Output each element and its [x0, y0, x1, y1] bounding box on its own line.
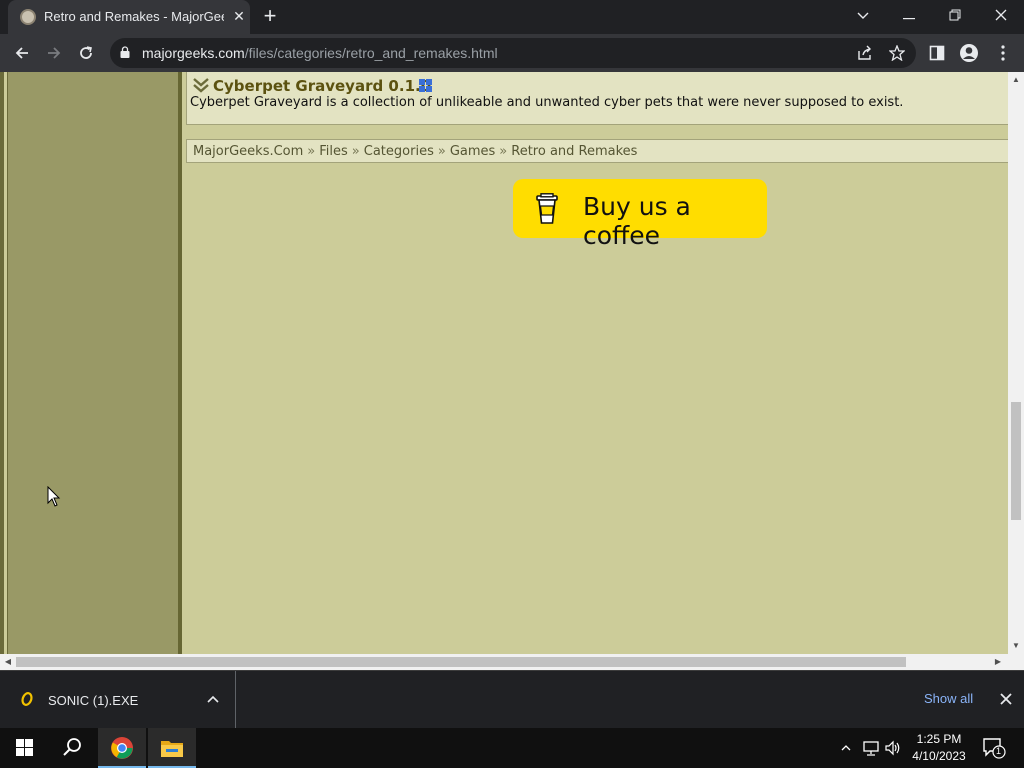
menu-button[interactable] — [990, 40, 1016, 66]
minimize-icon — [903, 18, 915, 20]
close-download-bar-button[interactable] — [996, 689, 1016, 709]
tab-retro-and-remakes[interactable]: Retro and Remakes - MajorGeeks ✕ — [8, 0, 250, 34]
breadcrumb-separator: » — [351, 144, 360, 159]
taskbar-chrome[interactable] — [98, 728, 146, 768]
new-tab-button[interactable]: + — [258, 5, 282, 29]
url-path: /files/categories/retro_and_remakes.html — [244, 45, 498, 61]
notification-icon — [983, 738, 1006, 759]
coffee-button-label: Buy us a coffee — [583, 192, 691, 250]
sonic-ring-file-icon — [21, 692, 33, 706]
file-title-link[interactable]: Cyberpet Graveyard 0.1.0 — [213, 77, 431, 95]
volume-icon[interactable] — [884, 739, 902, 757]
windows-start-icon[interactable] — [8, 738, 38, 758]
browser-toolbar: majorgeeks.com/files/categories/retro_an… — [0, 34, 1024, 72]
back-button[interactable] — [8, 40, 36, 66]
file-description: Cyberpet Graveyard is a collection of un… — [190, 95, 904, 110]
download-bar: SONIC (1).EXE Show all — [0, 670, 1024, 729]
scroll-down-arrow-icon[interactable]: ▼ — [1008, 638, 1024, 654]
majorgeeks-favicon-icon — [20, 9, 36, 25]
tab-strip: Retro and Remakes - MajorGeeks ✕ + — [0, 0, 1024, 34]
scroll-right-arrow-icon[interactable]: ▶ — [990, 654, 1006, 670]
coffee-cup-icon — [536, 193, 558, 224]
network-icon[interactable] — [862, 739, 880, 757]
minimize-button[interactable] — [886, 0, 932, 32]
restore-button[interactable] — [932, 0, 978, 32]
tab-title: Retro and Remakes - MajorGeeks — [44, 9, 224, 24]
share-button[interactable] — [852, 40, 878, 66]
tray-overflow-button[interactable] — [838, 738, 854, 758]
sidebar-border — [178, 72, 182, 654]
side-panel-button[interactable] — [924, 40, 950, 66]
taskbar-file-explorer[interactable] — [148, 728, 196, 768]
download-options-button[interactable] — [204, 690, 222, 708]
tab-search-button[interactable] — [840, 0, 886, 32]
horizontal-scrollbar-thumb[interactable] — [16, 657, 906, 667]
breadcrumb-separator: » — [499, 144, 508, 159]
show-all-downloads-link[interactable]: Show all — [924, 691, 973, 706]
address-bar[interactable]: majorgeeks.com/files/categories/retro_an… — [110, 38, 916, 68]
left-rail-stripe — [4, 72, 7, 654]
chevron-down-icon — [857, 12, 869, 19]
taskbar-search-icon[interactable] — [58, 736, 86, 760]
clock-date: 4/10/2023 — [912, 749, 966, 763]
restore-icon — [949, 9, 961, 21]
folder-icon — [161, 741, 183, 757]
breadcrumb-retro-and-remakes[interactable]: Retro and Remakes — [511, 144, 637, 159]
clock-time: 1:25 PM — [916, 732, 962, 746]
double-chevron-down-icon — [193, 78, 209, 93]
mouse-cursor-icon — [47, 486, 61, 507]
breadcrumb-files[interactable]: Files — [319, 144, 348, 159]
scroll-left-arrow-icon[interactable]: ◀ — [0, 654, 16, 670]
arrow-left-icon — [15, 47, 28, 59]
side-panel-icon — [929, 45, 945, 61]
profile-button[interactable] — [956, 40, 982, 66]
kebab-menu-icon — [1001, 45, 1005, 61]
buy-us-a-coffee-button[interactable]: Buy us a coffee — [513, 179, 767, 250]
chrome-icon — [111, 737, 133, 759]
chevron-up-icon — [207, 695, 219, 703]
close-icon — [1000, 693, 1012, 705]
chevron-up-icon — [841, 745, 851, 751]
notification-center-button[interactable]: 1 — [982, 737, 1006, 759]
tab-close-icon[interactable]: ✕ — [230, 7, 248, 25]
windows-taskbar: 1:25 PM 4/10/2023 1 — [0, 728, 1024, 768]
file-listing-item: Cyberpet Graveyard 0.1.0 Cyberpet Gravey… — [186, 72, 1008, 125]
share-icon — [858, 45, 871, 60]
page-viewport: Cyberpet Graveyard 0.1.0 Cyberpet Gravey… — [0, 72, 1008, 654]
arrow-right-icon — [48, 47, 61, 59]
url-text: majorgeeks.com/files/categories/retro_an… — [142, 45, 498, 61]
close-icon — [995, 9, 1007, 21]
download-file-name: SONIC (1).EXE — [48, 693, 139, 708]
star-icon — [888, 44, 906, 62]
vertical-scrollbar[interactable]: ▲ ▼ — [1008, 72, 1024, 654]
reload-button[interactable] — [72, 40, 100, 66]
horizontal-scrollbar[interactable]: ◀ ▶ — [0, 654, 1024, 670]
breadcrumb: MajorGeeks.Com» Files» Categories» Games» Re… — [186, 139, 1008, 163]
sidebar — [8, 72, 178, 654]
taskbar-clock[interactable]: 1:25 PM 4/10/2023 — [908, 731, 970, 765]
breadcrumb-separator: » — [437, 144, 446, 159]
reload-icon — [80, 46, 92, 59]
notification-count: 1 — [996, 746, 1002, 756]
url-domain: majorgeeks.com — [142, 45, 245, 61]
close-window-button[interactable] — [978, 0, 1024, 32]
vertical-scrollbar-thumb[interactable] — [1011, 402, 1021, 520]
breadcrumb-separator: » — [307, 144, 316, 159]
bookmark-star-button[interactable] — [884, 40, 910, 66]
windows-logo-icon — [419, 79, 432, 92]
download-item[interactable]: SONIC (1).EXE — [0, 671, 236, 729]
lock-icon[interactable] — [120, 46, 130, 58]
scroll-up-arrow-icon[interactable]: ▲ — [1008, 72, 1024, 88]
forward-button[interactable] — [40, 40, 68, 66]
breadcrumb-categories[interactable]: Categories — [364, 144, 434, 159]
breadcrumb-games[interactable]: Games — [450, 144, 495, 159]
breadcrumb-majorgeeks[interactable]: MajorGeeks.Com — [193, 144, 303, 159]
profile-avatar-icon — [960, 44, 978, 62]
